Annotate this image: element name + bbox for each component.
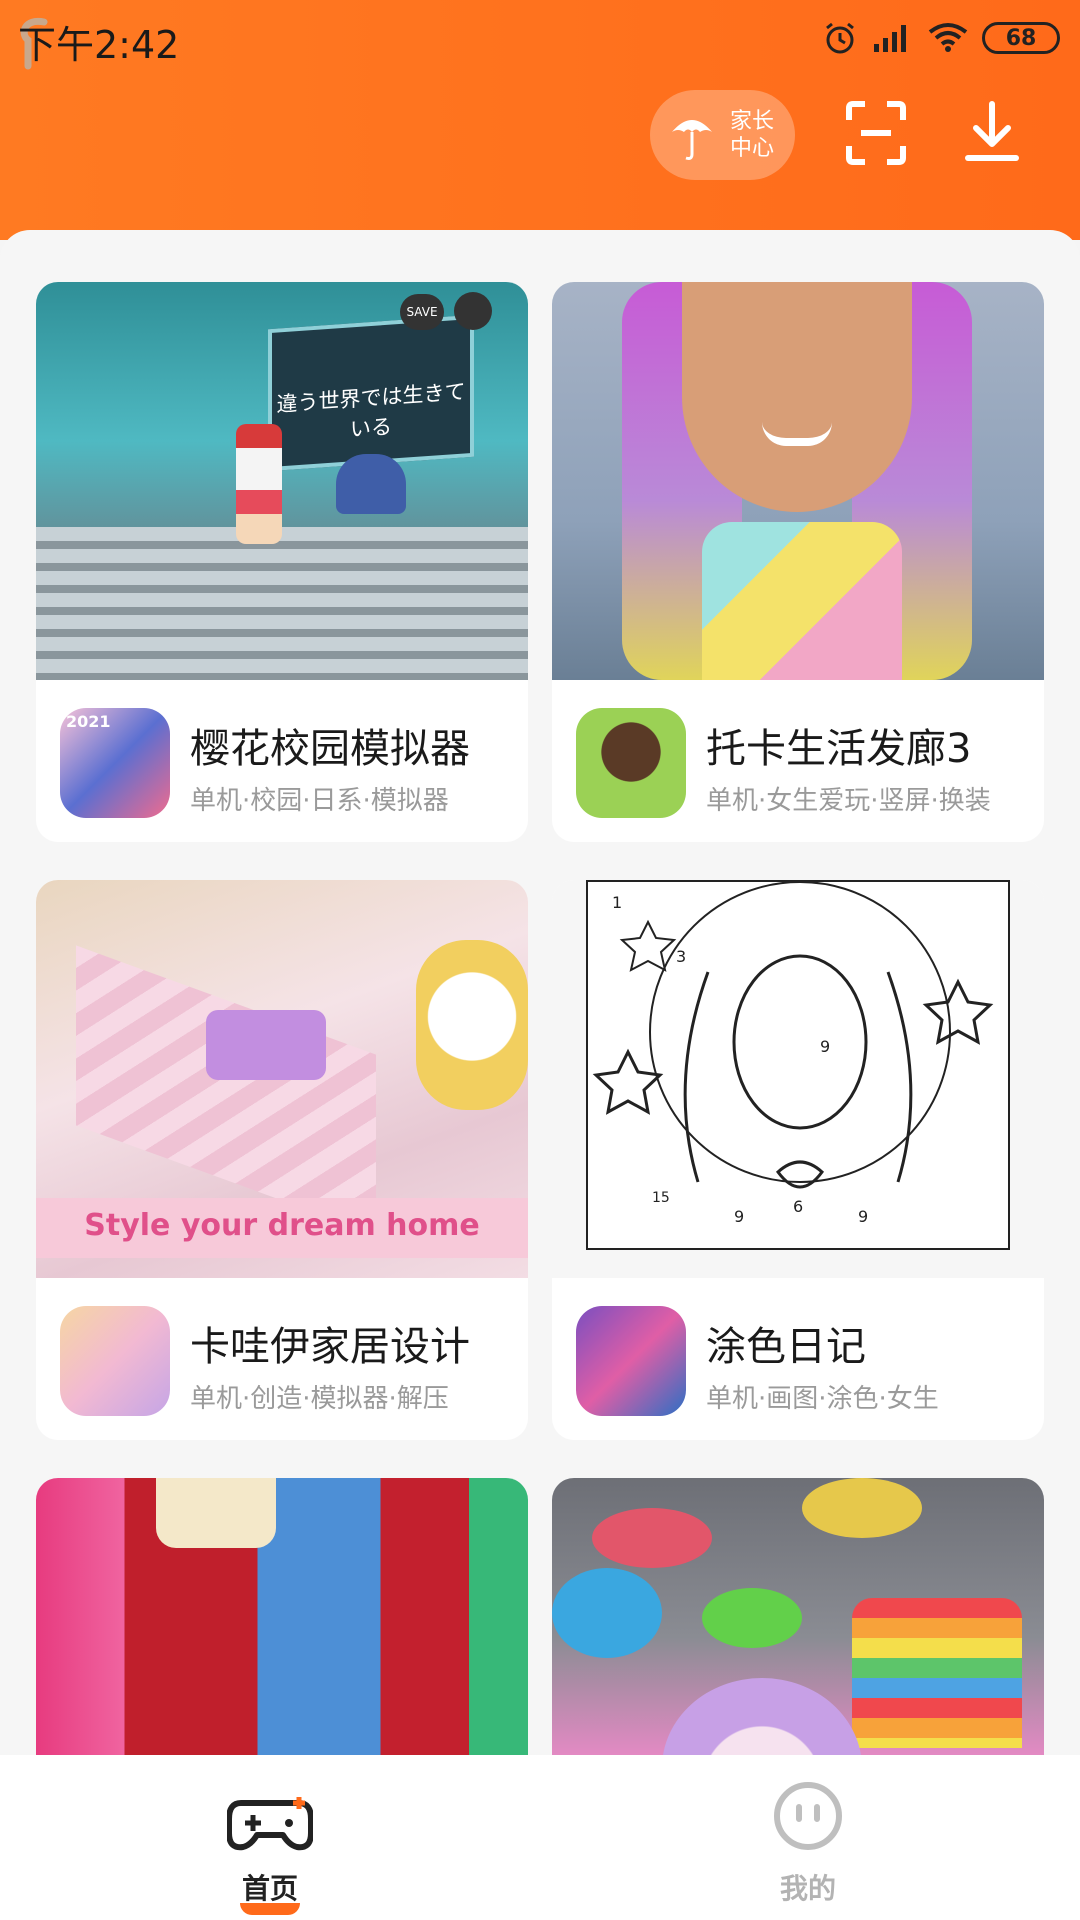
status-time: 下午2:42 [18, 23, 180, 67]
signal-icon [874, 25, 906, 52]
bed [206, 1010, 326, 1080]
game-tags: 单机·校园·日系·模拟器 [190, 786, 449, 816]
wifi-icon [928, 23, 968, 52]
tab-mine[interactable]: 我的 [708, 1775, 908, 1915]
game-banner[interactable]: Style your dream home [36, 880, 528, 1278]
game-info: 涂色日记 单机·画图·涂色·女生 [552, 1278, 1044, 1440]
game-info: 托卡生活发廊3 单机·女生爱玩·竖屏·换装 [552, 680, 1044, 842]
drummer-figure [336, 454, 406, 514]
app-icon-label: 2021 [66, 712, 111, 731]
tab-home[interactable]: 首页 [170, 1775, 370, 1915]
svg-text:3: 3 [676, 947, 686, 966]
red-bowl [592, 1508, 712, 1568]
singer-figure [236, 424, 282, 544]
game-app-icon [576, 1306, 686, 1416]
game-tags: 单机·女生爱玩·竖屏·换装 [706, 786, 991, 816]
game-title: 托卡生活发廊3 [706, 726, 972, 772]
game-banner[interactable] [36, 1478, 528, 1755]
bottom-tab-bar: 首页 我的 [0, 1755, 1080, 1920]
unicorn-cake [662, 1678, 862, 1755]
battery-indicator: 68 [982, 22, 1060, 54]
game-banner[interactable]: 違う世界では生きている SAVE [36, 282, 528, 680]
camera-badge [454, 292, 492, 330]
parent-center-label-line: 家长 [729, 109, 774, 134]
character-face [682, 282, 912, 512]
game-banner[interactable] [552, 282, 1044, 680]
smiley-face-icon [774, 1782, 842, 1850]
tab-mine-label: 我的 [779, 1872, 836, 1905]
status-bar: 下午2:42 68 [0, 0, 1080, 76]
parent-center-button[interactable]: 家长 中心 [650, 90, 795, 180]
game-app-icon: 2021 [60, 708, 170, 818]
game-banner[interactable]: 1 3 9 6 9 9 15 [552, 880, 1044, 1278]
game-app-icon [60, 1306, 170, 1416]
umbrella-icon [672, 120, 712, 160]
game-title: 涂色日记 [706, 1324, 866, 1370]
character-shirt [702, 522, 902, 680]
game-card[interactable] [552, 1478, 1044, 1755]
svg-text:1: 1 [612, 893, 622, 912]
tab-home-label: 首页 [241, 1872, 298, 1905]
green-bowl [702, 1588, 802, 1648]
room-floor [76, 945, 376, 1235]
parent-center-label-line: 中心 [729, 136, 774, 161]
svg-text:15: 15 [652, 1190, 670, 1206]
dress-detail [156, 1478, 276, 1548]
game-card[interactable]: 違う世界では生きている SAVE 2021 樱花校园模拟器 单机·校园·日系·模… [36, 282, 528, 842]
game-title: 卡哇伊家居设计 [190, 1324, 470, 1370]
game-tags: 单机·创造·模拟器·解压 [190, 1384, 449, 1414]
gamepad-icon [227, 1797, 313, 1851]
character-head [416, 940, 528, 1110]
top-header: 下午2:42 68 家长 中心 [0, 0, 1080, 240]
svg-text:9: 9 [858, 1207, 868, 1226]
parent-center-label: 家长 中心 [726, 108, 778, 162]
game-banner[interactable] [552, 1478, 1044, 1755]
game-card[interactable]: Style your dream home 卡哇伊家居设计 单机·创造·模拟器·… [36, 880, 528, 1440]
svg-text:9: 9 [820, 1037, 830, 1056]
game-info: 2021 樱花校园模拟器 单机·校园·日系·模拟器 [36, 680, 528, 842]
game-card[interactable] [36, 1478, 528, 1755]
save-badge: SAVE [400, 294, 444, 330]
rainbow-cake [852, 1598, 1022, 1748]
scan-icon[interactable] [845, 100, 907, 166]
game-card[interactable]: 1 3 9 6 9 9 15 涂色日记 单机·画图·涂色·女生 [552, 880, 1044, 1440]
game-tags: 单机·画图·涂色·女生 [706, 1384, 939, 1414]
game-card[interactable]: 托卡生活发廊3 单机·女生爱玩·竖屏·换装 [552, 282, 1044, 842]
game-info: 卡哇伊家居设计 单机·创造·模拟器·解压 [36, 1278, 528, 1440]
game-feed: 違う世界では生きている SAVE 2021 樱花校园模拟器 单机·校园·日系·模… [0, 230, 1080, 1755]
blue-bowl [552, 1568, 662, 1658]
download-icon[interactable] [962, 100, 1022, 166]
active-tab-indicator [240, 1903, 300, 1915]
game-app-icon [576, 708, 686, 818]
status-icons: 68 [822, 18, 1060, 58]
coloring-line-art: 1 3 9 6 9 9 15 [592, 881, 994, 1226]
alarm-icon [826, 22, 854, 54]
game-title: 樱花校园模拟器 [190, 726, 470, 772]
banner-text: Style your dream home [84, 1208, 480, 1243]
yellow-bowl [802, 1478, 922, 1538]
svg-text:6: 6 [793, 1197, 803, 1216]
svg-text:9: 9 [734, 1207, 744, 1226]
stage-floor [36, 527, 528, 680]
coloring-page: 1 3 9 6 9 9 15 [586, 880, 1010, 1250]
